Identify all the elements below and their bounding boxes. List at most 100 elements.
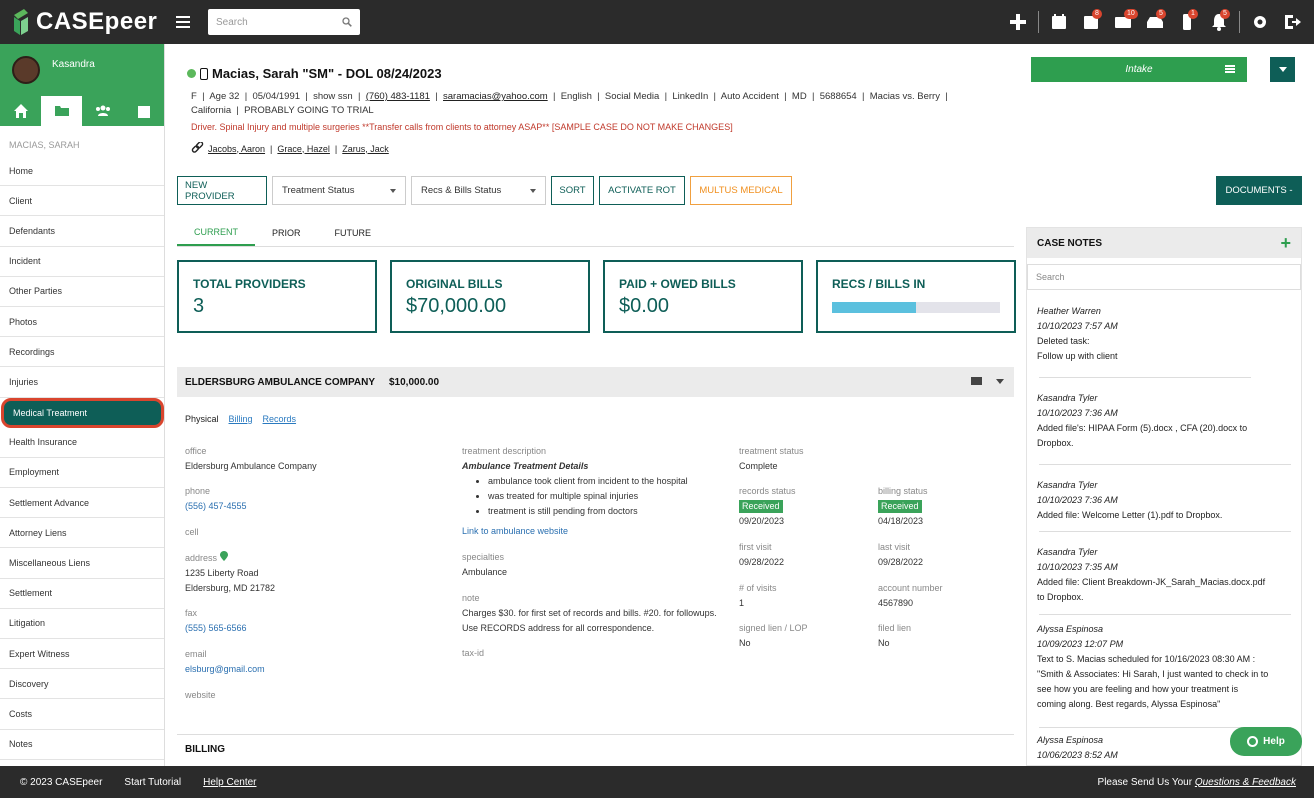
sidebar-item-home[interactable]: Home	[0, 156, 164, 187]
field-address: address 1235 Liberty Road Eldersburg, MD…	[185, 551, 275, 596]
show-ssn-link[interactable]: show ssn	[313, 91, 353, 102]
sidebar-item-medical-treatment[interactable]: Medical Treatment	[1, 397, 164, 428]
menu-toggle-icon[interactable]	[176, 16, 190, 28]
calendar-icon[interactable]	[1043, 0, 1075, 44]
sidebar-item-expert-witness[interactable]: Expert Witness	[0, 639, 164, 670]
chevron-down-icon[interactable]	[996, 379, 1004, 385]
feedback: Please Send Us Your Questions & Feedback	[1098, 777, 1296, 788]
case-note[interactable]: Heather Warren 10/10/2023 7:57 AM Delete…	[1027, 290, 1301, 377]
sidebar-item-injuries[interactable]: Injuries	[0, 367, 164, 398]
sidebar-item-settlement-advance[interactable]: Settlement Advance	[0, 488, 164, 519]
client-email-link[interactable]: saramacias@yahoo.com	[443, 91, 548, 102]
bell-icon[interactable]: 5	[1203, 0, 1235, 44]
alerts-badge: 5	[1220, 9, 1230, 19]
recs-bills-status-select[interactable]: Recs & Bills Status	[411, 176, 546, 205]
provider-header[interactable]: ELDERSBURG AMBULANCE COMPANY $10,000.00	[177, 367, 1014, 397]
sidebar-item-costs[interactable]: Costs	[0, 699, 164, 730]
case-options-dropdown[interactable]	[1270, 57, 1295, 82]
tab-prior[interactable]: PRIOR	[255, 220, 318, 246]
sidebar-item-miscellaneous-liens[interactable]: Miscellaneous Liens	[0, 548, 164, 579]
app-name: CASEpeer	[36, 8, 158, 35]
gear-icon[interactable]	[1244, 0, 1276, 44]
add-note-icon[interactable]: +	[1280, 233, 1291, 254]
divider	[1038, 11, 1039, 33]
folder-tab-icon[interactable]	[41, 96, 82, 126]
provider-email-link[interactable]: elsburg@gmail.com	[185, 664, 265, 674]
phone-icon[interactable]: 1	[1171, 0, 1203, 44]
contact-link[interactable]: Jacobs, Aaron	[208, 144, 265, 154]
sidebar-item-settlement[interactable]: Settlement	[0, 579, 164, 609]
subtab-billing[interactable]: Billing	[229, 414, 253, 424]
casepeer-logo[interactable]: CASEpeer	[12, 8, 162, 36]
sort-button[interactable]: SORT	[551, 176, 594, 205]
mail-icon[interactable]: 10	[1107, 0, 1139, 44]
list-item: was treated for multiple spinal injuries	[488, 489, 722, 504]
case-note[interactable]: Kasandra Tyler 10/10/2023 7:36 AM Added …	[1027, 465, 1301, 531]
client-phone-link[interactable]: (760) 483-1181	[366, 91, 430, 102]
add-icon[interactable]	[1002, 0, 1034, 44]
home-tab-icon[interactable]	[0, 96, 41, 126]
subtab-physical[interactable]: Physical	[185, 414, 219, 424]
help-center-link[interactable]: Help Center	[203, 777, 256, 788]
case-stage-button[interactable]: Intake	[1031, 57, 1247, 82]
case-note[interactable]: Alyssa Espinosa 10/09/2023 12:07 PM Text…	[1027, 615, 1301, 727]
users-tab-icon[interactable]	[82, 96, 123, 126]
field-office: office Eldersburg Ambulance Company	[185, 444, 317, 474]
field-value: 04/18/2023	[878, 516, 924, 526]
sidebar-item-litigation[interactable]: Litigation	[0, 609, 164, 639]
case-note[interactable]: Kasandra Tyler 10/10/2023 7:36 AM Added …	[1027, 378, 1301, 464]
sidebar-item-other-parties[interactable]: Other Parties	[0, 277, 164, 307]
note-timestamp: 10/10/2023 7:35 AM	[1037, 562, 1118, 572]
field-label: billing status	[878, 486, 928, 496]
sidebar-item-incident[interactable]: Incident	[0, 247, 164, 277]
note-timestamp: 10/10/2023 7:57 AM	[1037, 321, 1118, 331]
sidebar-item-discovery[interactable]: Discovery	[0, 669, 164, 700]
calendar-tab-icon[interactable]	[123, 96, 164, 126]
provider-fax-link[interactable]: (555) 565-6566	[185, 623, 247, 633]
field-label: # of visits	[739, 583, 777, 593]
map-pin-icon[interactable]	[219, 551, 228, 561]
field-label: records status	[739, 486, 796, 496]
sidebar-item-defendants[interactable]: Defendants	[0, 216, 164, 247]
treatment-status-select[interactable]: Treatment Status	[272, 176, 406, 205]
case-number: 5688654	[819, 91, 857, 102]
provider-phone-link[interactable]: (556) 457-4555	[185, 501, 247, 511]
contact-link[interactable]: Grace, Hazel	[277, 144, 330, 154]
tab-future[interactable]: FUTURE	[318, 220, 389, 246]
field-first-visit: first visit 09/28/2022	[739, 540, 784, 570]
tab-current[interactable]: CURRENT	[177, 220, 255, 246]
new-provider-button[interactable]: NEW PROVIDER	[177, 176, 267, 205]
note-text: Added file: Welcome Letter (1).pdf to Dr…	[1037, 510, 1223, 520]
subtab-records[interactable]: Records	[263, 414, 297, 424]
activate-rot-button[interactable]: ACTIVATE ROT	[599, 176, 685, 205]
sidebar-item-health-insurance[interactable]: Health Insurance	[0, 428, 164, 458]
field-signed-lien: signed lien / LOP No	[739, 621, 808, 651]
inbox-icon[interactable]: 5	[1139, 0, 1171, 44]
sidebar-item-attorney-liens[interactable]: Attorney Liens	[0, 518, 164, 549]
global-search-input[interactable]: Search	[208, 9, 360, 35]
field-value: Charges $30. for first set of records an…	[462, 608, 717, 633]
sidebar-item-recordings[interactable]: Recordings	[0, 337, 164, 368]
field-value: 09/28/2022	[878, 557, 924, 567]
note-timestamp: 10/09/2023 12:07 PM	[1037, 639, 1124, 649]
logout-icon[interactable]	[1276, 0, 1308, 44]
feedback-link[interactable]: Questions & Feedback	[1195, 777, 1296, 788]
dob: 05/04/1991	[252, 91, 301, 102]
avatar[interactable]	[12, 56, 40, 84]
documents-button[interactable]: DOCUMENTS -	[1216, 176, 1302, 205]
case-notes-search-input[interactable]: Search	[1027, 264, 1301, 290]
case-info: F | Age 32 | 05/04/1991 | show ssn | (76…	[191, 91, 948, 116]
contact-link[interactable]: Zarus, Jack	[342, 144, 389, 154]
envelope-icon[interactable]	[971, 377, 982, 385]
case-note[interactable]: Kasandra Tyler 10/10/2023 7:35 AM Added …	[1027, 532, 1301, 614]
sidebar-item-photos[interactable]: Photos	[0, 307, 164, 338]
sidebar-item-employment[interactable]: Employment	[0, 458, 164, 489]
multus-medical-button[interactable]: MULTUS MEDICAL	[690, 176, 792, 205]
help-button[interactable]: Help	[1230, 727, 1302, 756]
ambulance-website-link[interactable]: Link to ambulance website	[462, 524, 722, 539]
sidebar-item-notes[interactable]: Notes	[0, 730, 164, 760]
start-tutorial-link[interactable]: Start Tutorial	[124, 777, 181, 788]
tasks-icon[interactable]: 8	[1075, 0, 1107, 44]
hamburger-icon	[1225, 65, 1235, 73]
sidebar-item-client[interactable]: Client	[0, 186, 164, 217]
